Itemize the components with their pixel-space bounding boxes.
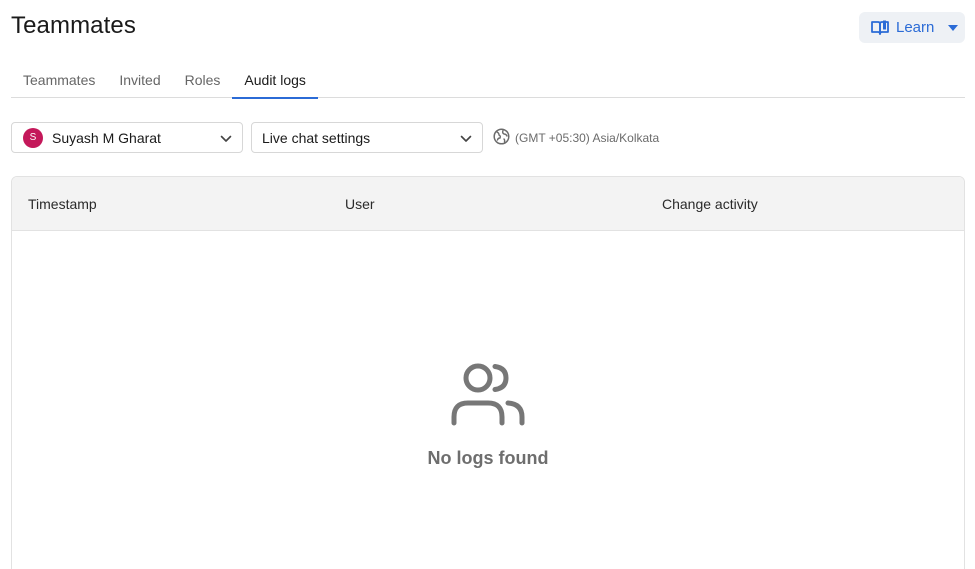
tab-invited[interactable]: Invited [107,62,172,98]
caret-down-icon [948,24,959,31]
tab-teammates[interactable]: Teammates [11,62,107,98]
table-header: Timestamp User Change activity [12,177,964,231]
tab-roles[interactable]: Roles [173,62,233,98]
column-header-timestamp: Timestamp [28,196,97,212]
learn-label: Learn [896,19,935,36]
timezone-indicator: (GMT +05:30) Asia/Kolkata [493,127,660,148]
chevron-down-icon [220,130,232,146]
globe-icon [493,127,510,148]
user-filter-select[interactable]: S Suyash M Gharat [11,122,243,153]
empty-message: No logs found [427,448,549,468]
audit-log-table: Timestamp User Change activity No logs f… [11,176,965,569]
book-icon [870,20,890,36]
settings-area-select[interactable]: Live chat settings [251,122,483,153]
timezone-label: (GMT +05:30) Asia/Kolkata [515,130,660,145]
empty-state: No logs found [12,361,964,469]
user-filter-value: Suyash M Gharat [52,129,161,146]
tab-bar: Teammates Invited Roles Audit logs [11,62,965,99]
learn-button[interactable]: Learn [859,12,965,43]
column-header-user: User [345,196,375,212]
chevron-down-icon [460,130,472,146]
avatar: S [23,127,43,148]
tab-audit-logs[interactable]: Audit logs [232,62,319,99]
filters-bar: S Suyash M Gharat Live chat settings (GM… [11,122,659,153]
users-icon [450,361,526,432]
page: Teammates Learn Teammates Invited Roles … [0,0,975,569]
column-header-change-activity: Change activity [662,196,758,212]
settings-area-value: Live chat settings [262,129,371,146]
page-title: Teammates [11,12,136,39]
